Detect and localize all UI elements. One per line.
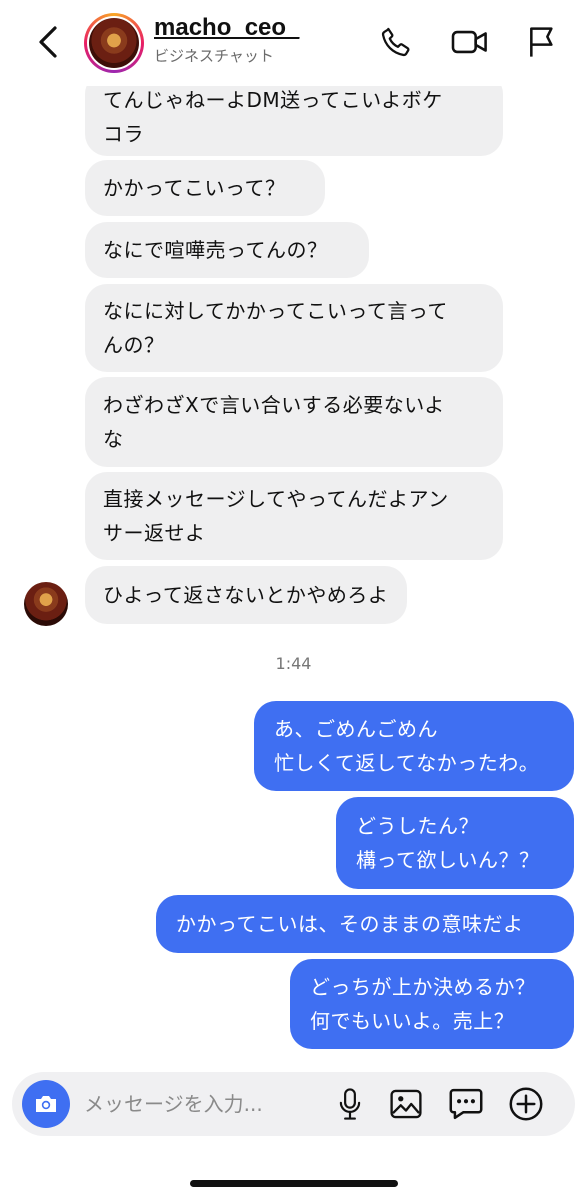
- message-thread[interactable]: てんじゃねーよDM送ってこいよボケ コラ かかってこいって？ なにで喧嘩売ってん…: [0, 0, 587, 1060]
- message-text: あ、ごめんごめん 忙しくて返してなかったわ。: [274, 717, 540, 775]
- home-indicator[interactable]: [190, 1180, 398, 1187]
- message-text: かかってこいって？: [103, 176, 286, 200]
- incoming-message[interactable]: 直接メッセージしてやってんだよアン サー返せよ: [85, 472, 503, 560]
- chat-header: macho_ceo_ ビジネスチャット: [0, 0, 587, 86]
- outgoing-message[interactable]: どっちが上か決めるか？ 何でもいいよ。売上？: [290, 959, 574, 1049]
- phone-icon: [381, 27, 410, 57]
- flag-icon: [530, 27, 553, 57]
- sticker-button[interactable]: [446, 1084, 486, 1124]
- more-options-button[interactable]: [506, 1084, 546, 1124]
- message-text: てんじゃねーよDM送ってこいよボケ コラ: [103, 88, 443, 146]
- outgoing-message[interactable]: かかってこいは、そのままの意味だよ: [156, 895, 574, 953]
- message-text: なにに対してかかってこいって言って んの？: [103, 299, 448, 357]
- message-composer: [12, 1072, 575, 1136]
- voice-call-button[interactable]: [376, 22, 416, 62]
- incoming-message[interactable]: なにで喧嘩売ってんの？: [85, 222, 369, 278]
- message-text: どっちが上か決めるか？ 何でもいいよ。売上？: [310, 975, 536, 1033]
- account-type-label: ビジネスチャット: [154, 47, 274, 65]
- back-button[interactable]: [30, 22, 66, 62]
- message-text: どうしたん？ 構って欲しいん？？: [356, 814, 540, 872]
- incoming-message[interactable]: なにに対してかかってこいって言って んの？: [85, 284, 503, 372]
- message-text: なにで喧嘩売ってんの？: [103, 238, 328, 262]
- chevron-left-icon: [39, 26, 57, 58]
- incoming-message[interactable]: わざわざXで言い合いする必要ないよ な: [85, 377, 503, 467]
- plus-circle-icon: [509, 1087, 543, 1121]
- video-call-button[interactable]: [450, 22, 490, 62]
- profile-avatar[interactable]: [84, 13, 144, 73]
- camera-button[interactable]: [22, 1080, 70, 1128]
- message-text: ひよって返さないとかやめろよ: [103, 583, 389, 607]
- outgoing-message[interactable]: どうしたん？ 構って欲しいん？？: [336, 797, 574, 889]
- report-button[interactable]: [522, 22, 562, 62]
- message-text: わざわざXで言い合いする必要ないよ な: [103, 393, 445, 451]
- outgoing-message[interactable]: あ、ごめんごめん 忙しくて返してなかったわ。: [254, 701, 574, 791]
- chat-bubble-icon: [449, 1088, 483, 1120]
- avatar-image: [89, 18, 139, 68]
- message-text: かかってこいは、そのままの意味だよ: [176, 912, 524, 936]
- sender-avatar[interactable]: [24, 582, 68, 626]
- username[interactable]: macho_ceo_: [154, 14, 299, 42]
- message-input[interactable]: [84, 1086, 314, 1122]
- gallery-button[interactable]: [386, 1084, 426, 1124]
- message-text: 直接メッセージしてやってんだよアン サー返せよ: [103, 487, 449, 545]
- user-info[interactable]: macho_ceo_ ビジネスチャット: [154, 14, 299, 66]
- video-camera-icon: [451, 30, 487, 54]
- image-icon: [390, 1089, 422, 1119]
- incoming-message[interactable]: かかってこいって？: [85, 160, 325, 216]
- voice-message-button[interactable]: [330, 1084, 370, 1124]
- camera-icon: [36, 1096, 56, 1112]
- microphone-icon: [339, 1088, 361, 1120]
- incoming-message[interactable]: ひよって返さないとかやめろよ: [85, 566, 407, 624]
- timestamp: 1:44: [275, 654, 312, 673]
